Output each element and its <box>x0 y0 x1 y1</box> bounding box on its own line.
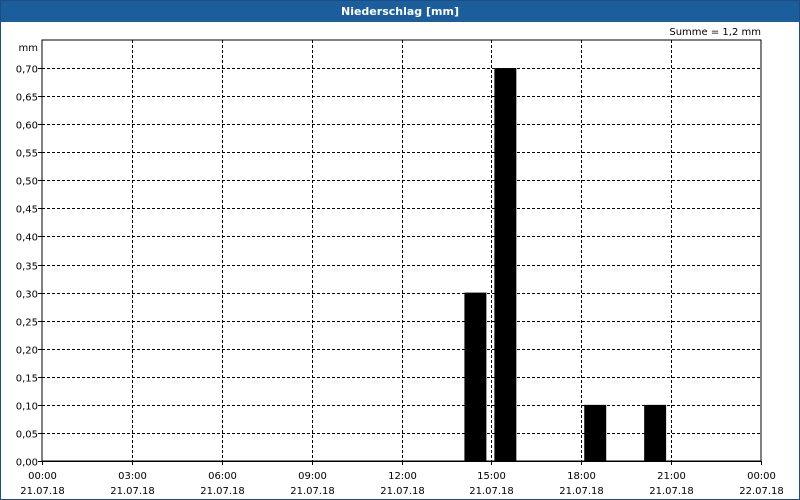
y-tick-label: 0,65 <box>16 93 38 104</box>
bar <box>644 404 667 461</box>
x-tick-label-date: 21.07.18 <box>290 486 335 497</box>
chart-window: Niederschlag [mm] 0,00 0,05 0,10 0,15 0,20 0,… <box>0 0 800 500</box>
y-tick-label: 0,30 <box>16 290 38 301</box>
x-tick-label-time: 09:00 <box>298 471 327 482</box>
x-tick-label-date: 21.07.18 <box>380 486 425 497</box>
plot-frame <box>41 39 762 462</box>
x-tick-label-time: 03:00 <box>118 471 147 482</box>
sum-annotation: Summe = 1,2 mm <box>669 27 761 38</box>
y-tick-label: 0,05 <box>16 430 38 441</box>
y-tick-label: 0,20 <box>16 346 38 357</box>
y-tick-label: 0,50 <box>16 177 38 188</box>
bar <box>584 404 607 461</box>
y-tick-label: 0,25 <box>16 318 38 329</box>
bar <box>464 292 487 461</box>
x-tick-label-date: 21.07.18 <box>200 486 245 497</box>
bar <box>494 68 517 462</box>
x-tick-label-time: 06:00 <box>208 471 237 482</box>
precipitation-chart: 0,00 0,05 0,10 0,15 0,20 0,25 0,30 0,35 0,40 0,45… <box>16 27 784 497</box>
x-tick-label-time: 18:00 <box>567 471 596 482</box>
x-tick-label-time: 00:00 <box>28 471 57 482</box>
x-tick-label-date: 22.07.18 <box>739 486 784 497</box>
x-tick-label-time: 00:00 <box>747 471 776 482</box>
x-tick-label-time: 21:00 <box>657 471 686 482</box>
y-tick-label: 0,70 <box>16 65 38 76</box>
y-tick-label: 0,60 <box>16 121 38 132</box>
y-tick-label: 0,40 <box>16 233 38 244</box>
x-tick-label-time: 12:00 <box>388 471 417 482</box>
y-tick-label: 0,55 <box>16 149 38 160</box>
x-tick-label-date: 21.07.18 <box>469 486 514 497</box>
y-tick-label: 0,35 <box>16 262 38 273</box>
y-tick-label: 0,45 <box>16 205 38 216</box>
x-tick-label-date: 21.07.18 <box>20 486 65 497</box>
y-tick-label: 0,00 <box>16 458 38 469</box>
x-tick-label-date: 21.07.18 <box>559 486 604 497</box>
x-tick-label-date: 21.07.18 <box>649 486 694 497</box>
y-tick-label: 0,10 <box>16 402 38 413</box>
y-tick-label: 0,15 <box>16 374 38 385</box>
x-tick-label-date: 21.07.18 <box>110 486 155 497</box>
y-axis-unit-label: mm <box>19 43 38 54</box>
x-tick-label-time: 15:00 <box>477 471 506 482</box>
